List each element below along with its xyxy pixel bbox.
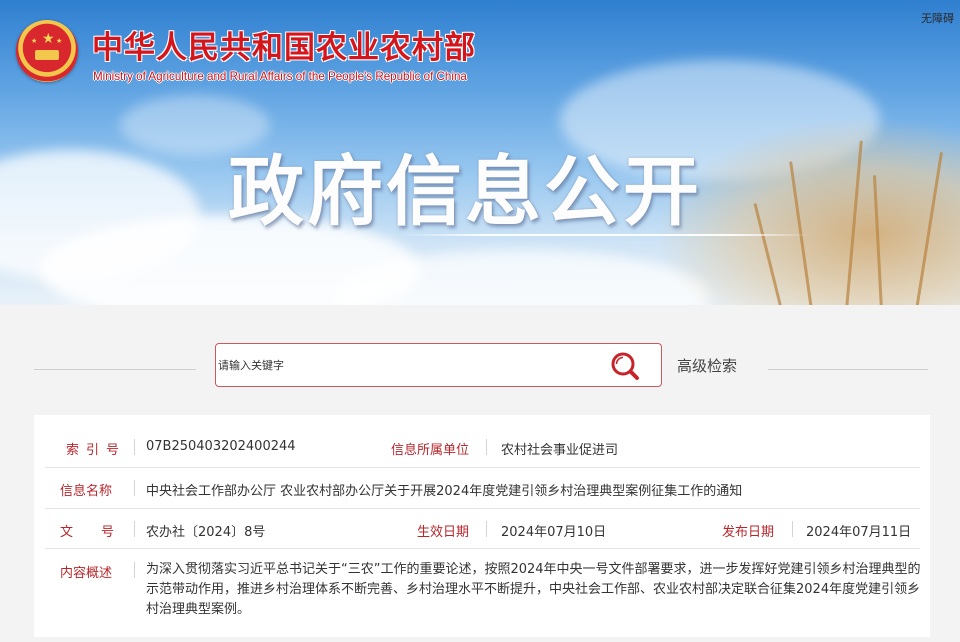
divider xyxy=(486,521,487,537)
unit-value: 农村社会事业促进司 xyxy=(501,443,619,458)
star-icon: ★ xyxy=(31,37,38,45)
info-name-value: 中央社会工作部办公厅 农业农村部办公厅关于开展2024年度党建引领乡村治理典型案… xyxy=(146,484,743,499)
search-section: 高级检索 xyxy=(0,305,960,415)
national-emblem-icon[interactable]: ★ ★ ★ xyxy=(16,20,78,82)
page-title: 政府信息公开 xyxy=(228,147,702,236)
divider xyxy=(134,521,135,537)
accessibility-link[interactable]: 无障碍 xyxy=(921,10,954,26)
tiananmen-gate-icon xyxy=(35,50,59,60)
effective-date-label: 生效日期 xyxy=(417,525,470,540)
divider xyxy=(134,480,135,496)
star-icon: ★ xyxy=(42,31,55,47)
divider xyxy=(134,562,135,578)
row-divider xyxy=(45,508,920,509)
document-number-label: 文号 xyxy=(60,525,143,540)
row-divider xyxy=(45,548,920,549)
summary-label: 内容概述 xyxy=(60,566,113,581)
publish-date-value: 2024年07月11日 xyxy=(806,525,912,540)
index-number-value: 07B250403202400244 xyxy=(146,439,296,454)
header-banner: ★ ★ ★ 中华人民共和国农业农村部 Ministry of Agricultu… xyxy=(0,0,960,305)
search-box xyxy=(215,343,662,387)
wheat-field-decoration xyxy=(660,120,960,305)
divider-line xyxy=(34,369,196,370)
divider xyxy=(486,439,487,455)
divider xyxy=(134,439,135,455)
star-icon: ★ xyxy=(56,37,63,45)
publish-date-label: 发布日期 xyxy=(722,525,775,540)
search-button[interactable] xyxy=(606,349,646,383)
index-number-label: 索引号 xyxy=(66,443,127,458)
effective-date-value: 2024年07月10日 xyxy=(501,525,607,540)
search-input[interactable] xyxy=(216,344,596,386)
ministry-name-en[interactable]: Ministry of Agriculture and Rural Affair… xyxy=(93,70,467,83)
search-icon xyxy=(611,352,639,380)
advanced-search-link[interactable]: 高级检索 xyxy=(677,355,737,376)
divider-line xyxy=(768,369,928,370)
ministry-name-cn[interactable]: 中华人民共和国农业农村部 xyxy=(92,22,476,67)
document-info-table: 索引号 07B250403202400244 信息所属单位 农村社会事业促进司 … xyxy=(34,415,930,637)
document-number-value: 农办社〔2024〕8号 xyxy=(146,525,266,540)
divider xyxy=(792,521,793,537)
info-name-label: 信息名称 xyxy=(60,484,113,499)
title-underline xyxy=(400,234,812,236)
row-divider xyxy=(45,467,920,468)
unit-label: 信息所属单位 xyxy=(391,443,470,458)
summary-value: 为深入贯彻落实习近平总书记关于“三农”工作的重要论述，按照2024年中央一号文件… xyxy=(146,562,921,617)
